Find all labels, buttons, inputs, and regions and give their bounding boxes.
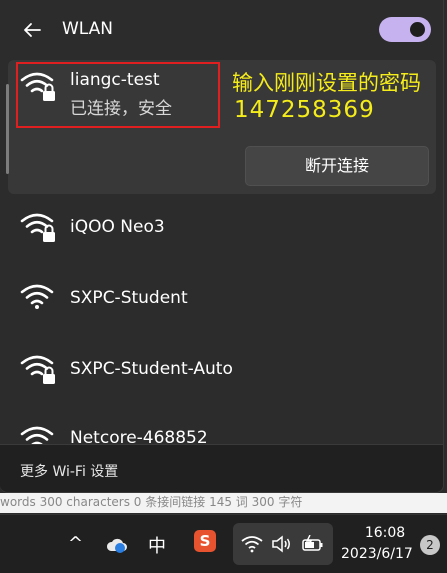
toggle-knob [410,22,425,37]
flyout-header: WLAN [0,0,443,60]
wifi-secured-icon [20,213,55,242]
network-item[interactable]: Netcore-468852 [0,412,443,444]
annotation-text: 输入刚刚设置的密码 [232,71,421,95]
wifi-icon [241,536,263,553]
highlight-box [16,62,220,128]
network-item[interactable]: iQOO Neo3 [0,198,443,258]
taskbar: ^ 中 S 16:08 2023/6/17 2 [0,514,447,573]
wifi-flyout: WLAN liangc-test 已连接，安全 输入刚刚设置的密码 147258… [0,0,444,493]
network-name: Netcore-468852 [70,428,208,444]
annotation-password: 147258369 [234,97,375,123]
wifi-secured-icon [20,355,55,384]
back-arrow-icon[interactable] [20,18,44,42]
wifi-secured-icon [20,426,54,444]
background-window-strip: words 300 characters 0 条接间链接 145 词 300 字… [0,493,447,513]
ime-language-indicator[interactable]: 中 [148,532,166,558]
battery-charging-icon [302,535,323,551]
wifi-icon [20,284,54,309]
network-name: SXPC-Student-Auto [70,359,233,379]
network-name: iQOO Neo3 [70,217,165,237]
network-item[interactable]: SXPC-Student-Auto [0,338,443,398]
more-wifi-settings-link[interactable]: 更多 Wi-Fi 设置 [20,461,118,481]
page-title: WLAN [62,19,114,39]
quick-settings-tray[interactable] [233,523,333,565]
wlan-toggle[interactable] [379,17,431,42]
network-name: SXPC-Student [70,288,188,308]
notification-badge[interactable]: 2 [420,535,440,555]
flyout-footer: 更多 Wi-Fi 设置 [0,444,443,492]
sogou-icon[interactable]: S [194,530,216,552]
volume-icon [272,535,290,553]
network-item[interactable]: SXPC-Student [0,268,443,328]
clock-date[interactable]: 2023/6/17 [341,546,413,562]
show-hidden-icons-chevron[interactable]: ^ [68,533,83,554]
disconnect-button[interactable]: 断开连接 [245,146,429,186]
cloud-sync-icon[interactable] [105,535,129,555]
clock-time[interactable]: 16:08 [360,525,410,541]
